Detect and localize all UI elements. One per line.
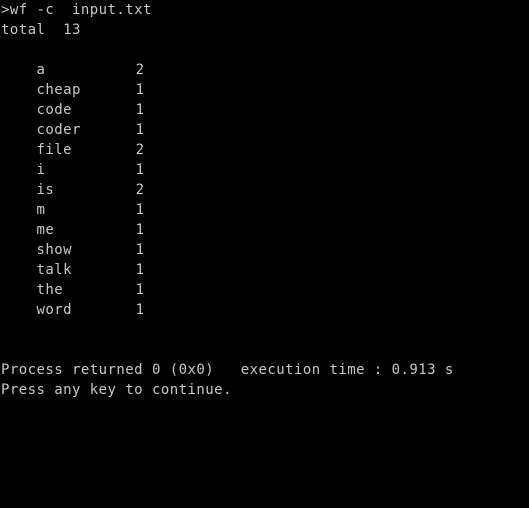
process-returned-line: Process returned 0 (0x0) execution time … — [1, 362, 454, 378]
word-label: code — [36, 102, 73, 118]
word-label: the — [36, 282, 64, 298]
word-count-value: 2 — [135, 142, 145, 158]
word-label: coder — [36, 122, 81, 138]
command-prompt-line: >wf -c input.txt — [1, 2, 152, 18]
word-count-value: 2 — [135, 62, 145, 78]
word-label: word — [36, 302, 73, 318]
word-label: m — [36, 202, 46, 218]
word-label: file — [36, 142, 73, 158]
word-label: is — [36, 182, 55, 198]
word-count-value: 1 — [135, 242, 145, 258]
word-count-value: 1 — [135, 82, 145, 98]
press-any-key-line: Press any key to continue. — [1, 382, 232, 398]
word-count-row: a2 — [0, 40, 529, 78]
word-label: cheap — [36, 82, 81, 98]
word-label: show — [36, 242, 73, 258]
word-label: me — [36, 222, 55, 238]
word-count-value: 1 — [135, 282, 145, 298]
word-label: talk — [36, 262, 73, 278]
word-label: i — [36, 162, 46, 178]
word-count-value: 1 — [135, 222, 145, 238]
word-count-value: 1 — [135, 202, 145, 218]
word-count-value: 1 — [135, 162, 145, 178]
word-count-value: 1 — [135, 302, 145, 318]
word-count-value: 1 — [135, 102, 145, 118]
word-count-value: 1 — [135, 262, 145, 278]
word-count-value: 2 — [135, 182, 145, 198]
total-line: total 13 — [1, 22, 81, 38]
word-label: a — [36, 62, 46, 78]
console-window[interactable]: >wf -c input.txt total 13 a2 cheap 1 code… — [0, 0, 529, 508]
word-count-value: 1 — [135, 122, 145, 138]
